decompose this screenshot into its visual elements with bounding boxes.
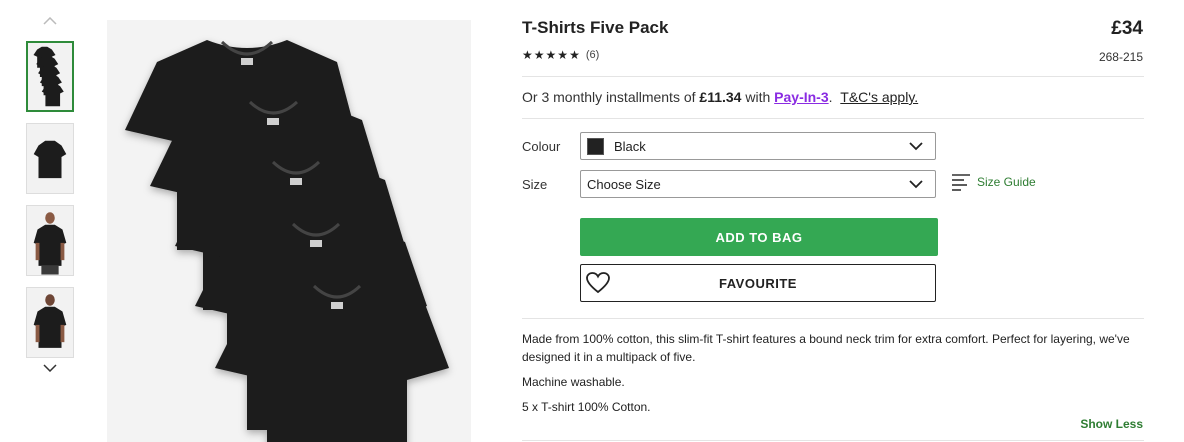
colour-select[interactable]: Black xyxy=(580,132,936,160)
colour-label: Colour xyxy=(522,139,561,154)
chevron-down-icon xyxy=(909,180,923,189)
thumbnail-rail xyxy=(24,0,76,442)
thumbnail-single-tee[interactable] xyxy=(26,123,74,194)
favourite-button[interactable]: FAVOURITE xyxy=(580,264,936,302)
rating[interactable]: ★ ★ ★ ★ ★ (6) xyxy=(522,49,599,61)
divider xyxy=(522,440,1144,441)
add-to-bag-button[interactable]: ADD TO BAG xyxy=(580,218,938,256)
size-guide-link[interactable]: Size Guide xyxy=(951,172,1036,192)
divider xyxy=(522,118,1144,119)
heart-icon xyxy=(586,272,610,294)
description-composition: 5 x T-shirt 100% Cotton. xyxy=(522,400,651,414)
star-icon: ★ xyxy=(569,48,580,62)
installment-amount: £11.34 xyxy=(699,89,742,105)
star-icon: ★ xyxy=(522,48,533,62)
terms-link[interactable]: T&C's apply. xyxy=(840,89,918,105)
thumbnail-model-back[interactable] xyxy=(26,287,74,358)
installments-with-text: with xyxy=(745,89,771,105)
divider xyxy=(522,76,1144,77)
colour-value: Black xyxy=(614,138,646,154)
thumbnail-model-front[interactable] xyxy=(26,205,74,276)
scroll-up-icon[interactable] xyxy=(42,13,58,29)
chevron-down-icon xyxy=(909,142,923,151)
description-paragraph: Made from 100% cotton, this slim-fit T-s… xyxy=(522,332,1130,364)
scroll-down-icon[interactable] xyxy=(42,360,58,376)
product-title: T-Shirts Five Pack xyxy=(522,18,669,37)
pay-in-3-link[interactable]: Pay-In-3 xyxy=(774,89,828,105)
divider xyxy=(522,318,1144,319)
size-select[interactable]: Choose Size xyxy=(580,170,936,198)
star-icon: ★ xyxy=(557,48,569,62)
main-product-image[interactable] xyxy=(107,20,471,442)
product-price: £34 xyxy=(1111,18,1143,39)
product-info-panel: T-Shirts Five Pack £34 ★ ★ ★ ★ ★ (6) 268… xyxy=(522,0,1144,442)
star-icon: ★ xyxy=(545,48,557,62)
size-label: Size xyxy=(522,177,548,192)
installments-text: Or 3 monthly installments of xyxy=(522,89,696,105)
star-icon: ★ xyxy=(533,48,545,62)
review-count: (6) xyxy=(585,49,600,61)
thumbnail-five-pack[interactable] xyxy=(26,41,74,112)
size-value: Choose Size xyxy=(587,176,661,192)
size-guide-icon xyxy=(952,174,970,191)
size-guide-label: Size Guide xyxy=(977,175,1036,189)
colour-swatch xyxy=(587,137,604,155)
description-care: Machine washable. xyxy=(522,375,625,389)
favourite-label: FAVOURITE xyxy=(719,275,797,291)
show-less-link[interactable]: Show Less xyxy=(1080,417,1143,431)
item-code: 268-215 xyxy=(1098,50,1143,64)
installments-line: Or 3 monthly installments of £11.34 with… xyxy=(522,89,919,105)
